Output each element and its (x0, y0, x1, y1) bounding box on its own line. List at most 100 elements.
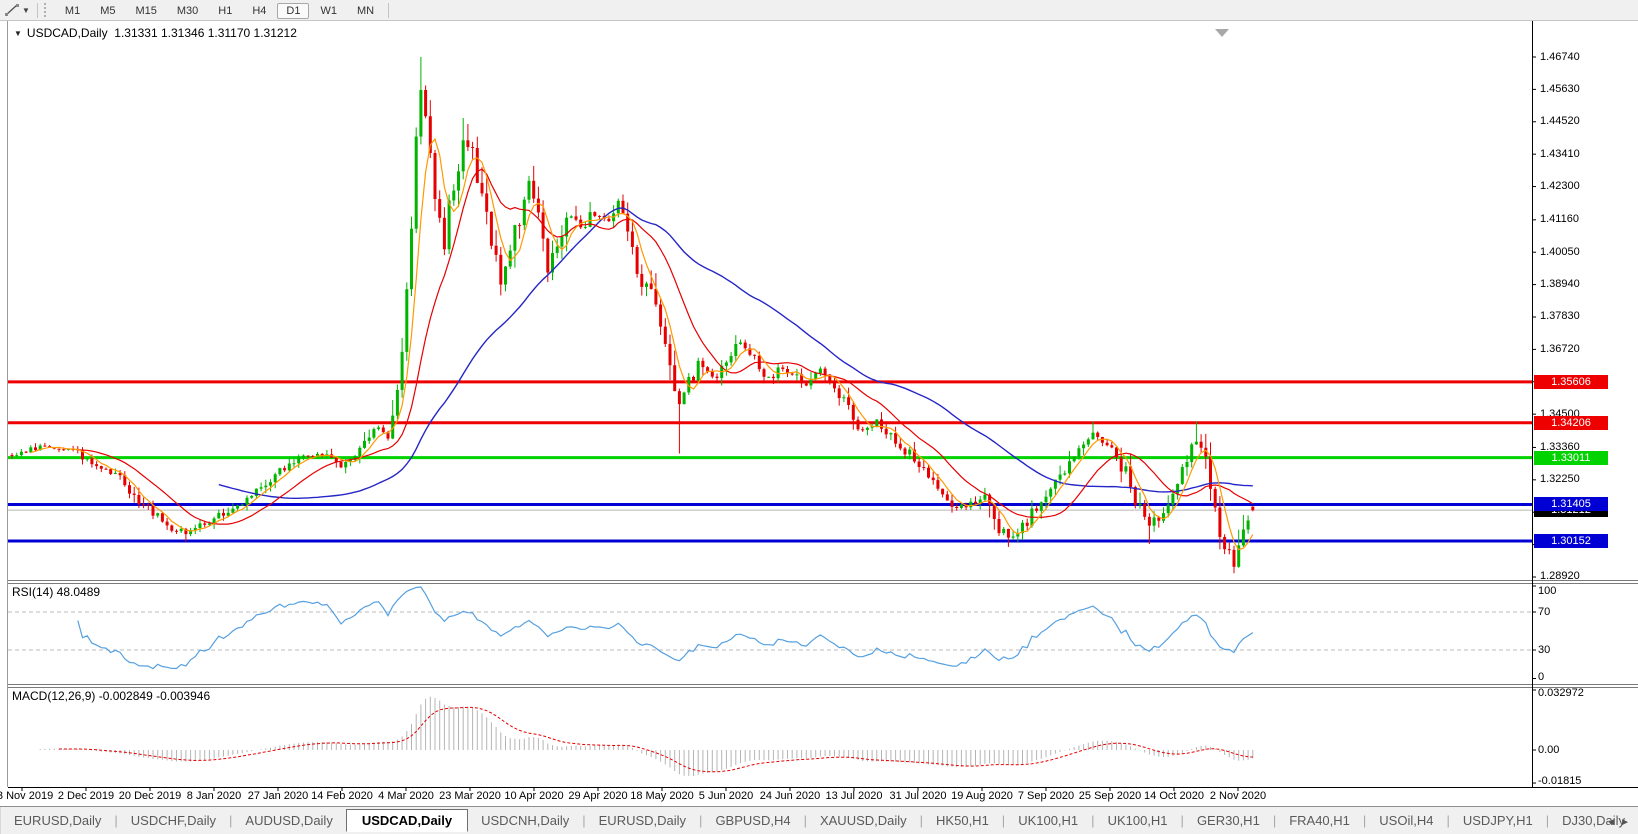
candle-body (1110, 445, 1114, 448)
candle-body (997, 519, 1001, 534)
candle-body (560, 236, 564, 247)
candle-body (1091, 432, 1095, 440)
symbol-tab-usdcnh-4[interactable]: USDCNH,Daily (468, 810, 582, 831)
candle-body (146, 504, 150, 506)
price-axis-label: 1.28920 (1540, 570, 1580, 583)
candle-body (1251, 506, 1255, 511)
candle-body (90, 458, 94, 465)
symbol-tab-usdjpy-14[interactable]: USDJPY,H1 (1450, 810, 1546, 831)
candle-body (198, 523, 202, 528)
candle-body (442, 217, 446, 250)
symbol-tab-ger30-11[interactable]: GER30,H1 (1184, 810, 1273, 831)
candle-body (1138, 504, 1142, 506)
candle-body (1166, 504, 1170, 514)
candle-body (875, 419, 879, 427)
draw-tool-icon[interactable] (3, 3, 21, 18)
candle-body (19, 451, 23, 456)
toolbar-dropdown-icon[interactable]: ▼ (22, 6, 30, 15)
toolbar-separator (388, 2, 390, 18)
candle-body (137, 494, 141, 505)
tab-prev-icon[interactable]: ◄ (1606, 817, 1620, 828)
candle-body (410, 228, 413, 290)
candle-body (809, 379, 813, 386)
candle-body (974, 501, 977, 504)
macd-signal-line (59, 706, 1253, 773)
toolbar-grip[interactable] (43, 3, 49, 17)
symbol-tab-hk50-8[interactable]: HK50,H1 (923, 810, 1002, 831)
candle-body (1105, 442, 1109, 446)
candle-body (34, 447, 37, 451)
candle-body (203, 523, 207, 525)
candle-body (992, 504, 996, 520)
timeframe-button-m1[interactable]: M1 (56, 3, 89, 19)
date-axis-label: 14 Feb 2020 (311, 790, 373, 802)
timeframe-button-m15[interactable]: M15 (126, 3, 165, 19)
candle-body (663, 326, 667, 344)
mt4-window: ▼ M1 M5 M15 M30 H1 H4 D1 W1 MN ▼ USDCAD,Daily 1.3… (0, 0, 1638, 834)
candle-body (222, 512, 225, 516)
candle-body (1190, 444, 1194, 462)
tab-nav-arrows: ◄► (1606, 817, 1634, 828)
candle-body (170, 525, 174, 531)
candle-body (447, 200, 451, 250)
candle-body (555, 246, 559, 253)
candle-body (1147, 516, 1151, 526)
symbol-tab-usoil-13[interactable]: USOil,H4 (1366, 810, 1446, 831)
candle-body (485, 193, 489, 212)
candle-body (710, 371, 714, 377)
candle-body (823, 368, 827, 375)
timeframe-button-m5[interactable]: M5 (91, 3, 124, 19)
candle-body (804, 383, 808, 386)
symbol-tab-xauusd-7[interactable]: XAUUSD,Daily (807, 810, 920, 831)
candle-body (297, 457, 301, 464)
price-level-tag: 1.33011 (1534, 450, 1608, 465)
candle-body (574, 216, 578, 220)
candle-body (1223, 536, 1227, 550)
timeframe-button-h4[interactable]: H4 (243, 3, 275, 19)
symbol-tab-bar: EURUSD,Daily | USDCHF,Daily | AUDUSD,Daily US… (0, 806, 1638, 834)
symbol-tab-eurusd-5[interactable]: EURUSD,Daily (586, 810, 699, 831)
symbol-tab-usdcad-3[interactable]: USDCAD,Daily (345, 809, 469, 832)
timeframe-button-w1[interactable]: W1 (311, 3, 346, 19)
timeframe-button-h1[interactable]: H1 (209, 3, 241, 19)
candle-body (156, 513, 160, 516)
candle-body (635, 246, 639, 274)
symbol-tab-uk100-10[interactable]: UK100,H1 (1095, 810, 1181, 831)
candle-body (471, 146, 475, 148)
price-axis-label: 1.45630 (1540, 82, 1580, 95)
symbol-tab-eurusd-0[interactable]: EURUSD,Daily (1, 810, 114, 831)
symbol-tab-audusd-2[interactable]: AUDUSD,Daily (232, 810, 345, 831)
rsi-label: RSI(14) 48.0489 (12, 585, 101, 599)
symbol-tab-fra40-12[interactable]: FRA40,H1 (1276, 810, 1363, 831)
candle-body (377, 427, 381, 430)
candle-body (160, 513, 164, 522)
symbol-tab-usdchf-1[interactable]: USDCHF,Daily (118, 810, 229, 831)
date-axis-label: 24 Jun 2020 (759, 790, 821, 802)
timeframe-button-m30[interactable]: M30 (168, 3, 207, 19)
symbol-dropdown-icon[interactable]: ▼ (14, 29, 22, 38)
candle-body (231, 508, 235, 513)
macd-axis-label: -0.01815 (1538, 775, 1582, 787)
symbol-tab-uk100-9[interactable]: UK100,H1 (1005, 810, 1091, 831)
price-axis-label: 1.44520 (1540, 115, 1580, 128)
candle-body (1035, 508, 1039, 511)
candle-body (165, 521, 169, 526)
toolbar: ▼ M1 M5 M15 M30 H1 H4 D1 W1 MN (0, 0, 1638, 21)
candle-body (753, 354, 757, 356)
date-axis-label: 18 May 2020 (630, 790, 694, 802)
symbol-tab-gbpusd-6[interactable]: GBPUSD,H4 (702, 810, 803, 831)
timeframe-button-d1[interactable]: D1 (277, 3, 310, 19)
chart-canvas[interactable] (0, 0, 1638, 834)
candle-body (659, 304, 663, 327)
candle-body (381, 427, 385, 433)
candle-body (283, 468, 287, 471)
candle-body (1119, 457, 1123, 472)
candle-body (62, 449, 66, 451)
candle-body (532, 180, 536, 199)
date-axis-label: 10 Apr 2020 (504, 790, 564, 802)
timeframe-button-mn[interactable]: MN (348, 3, 383, 19)
candle-body (522, 199, 526, 226)
candle-body (132, 493, 136, 495)
tab-next-icon[interactable]: ► (1620, 817, 1634, 828)
candle-body (250, 495, 254, 498)
